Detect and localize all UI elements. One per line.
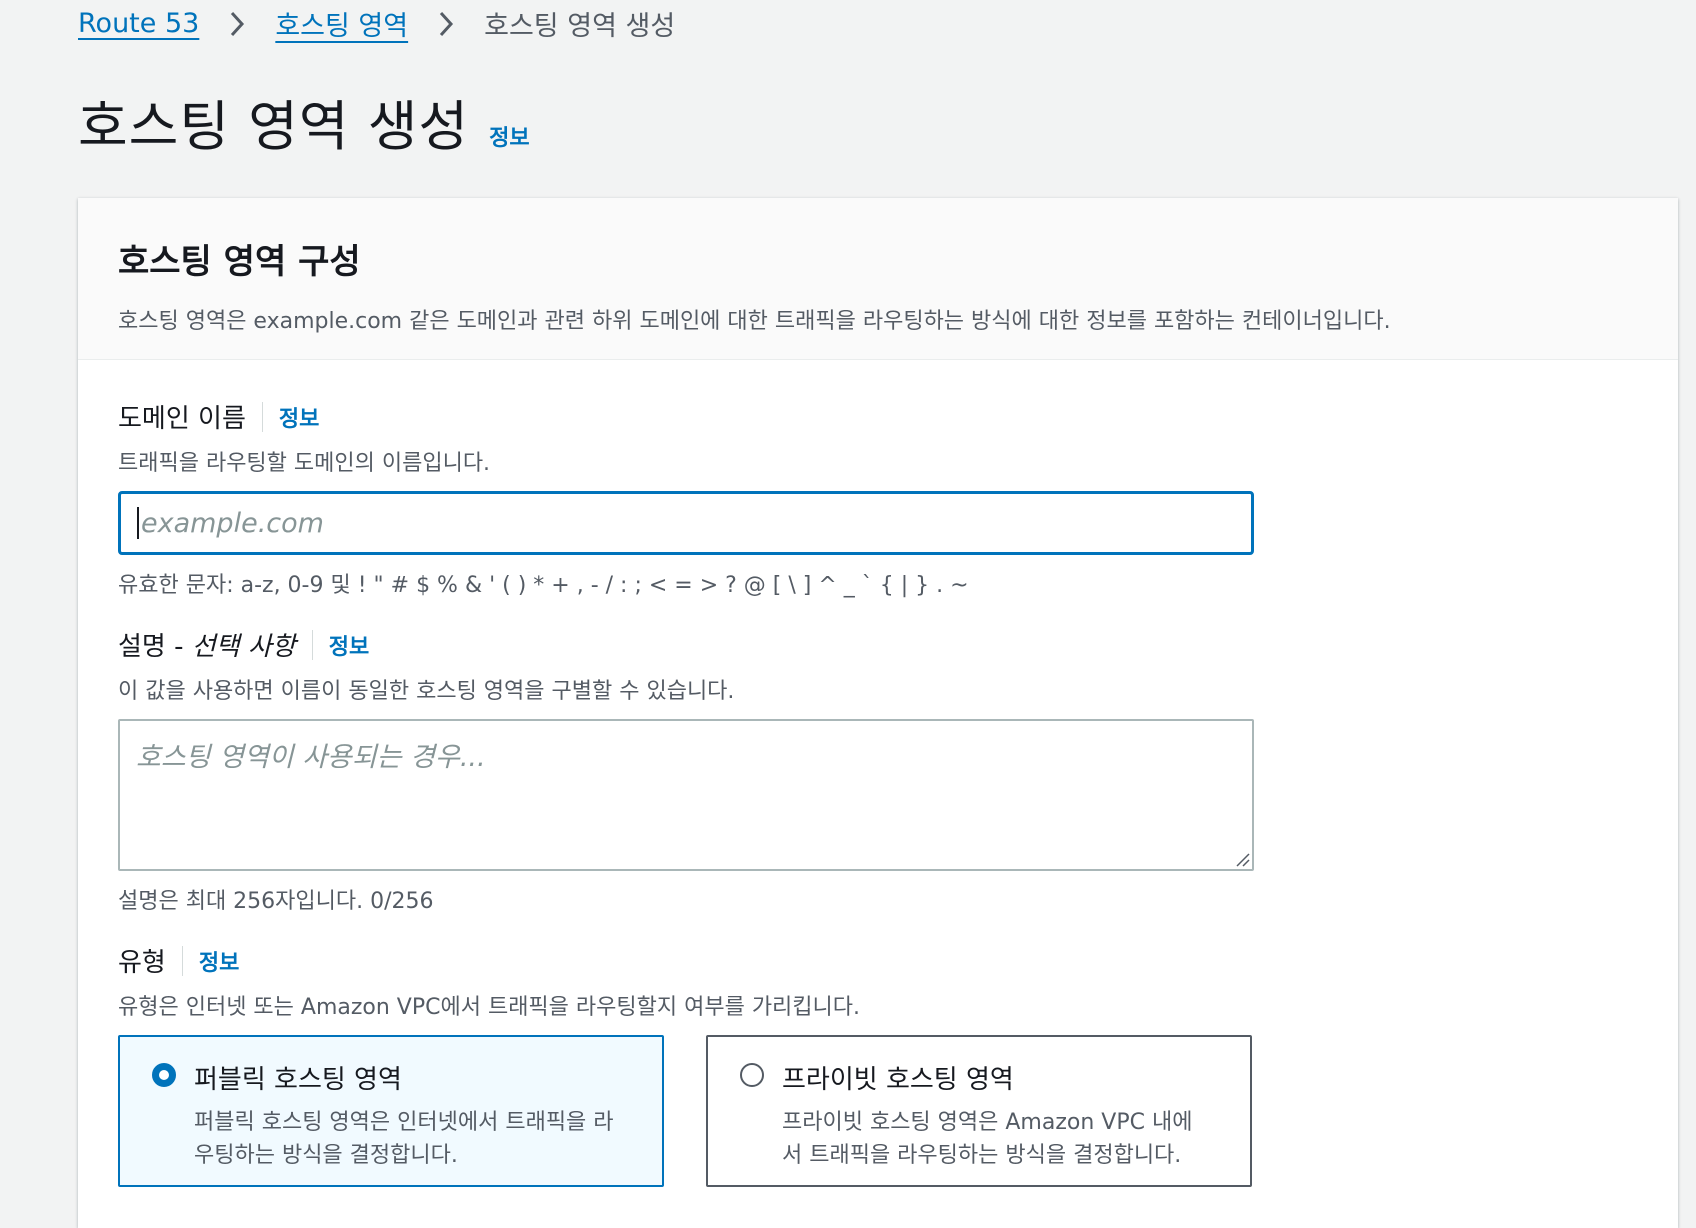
page-title: 호스팅 영역 생성 <box>78 95 470 158</box>
text-caret <box>137 507 139 539</box>
breadcrumb-route53-link[interactable]: Route 53 <box>78 8 199 39</box>
public-desc-line2: 우팅하는 방식을 결정합니다. <box>194 1143 458 1168</box>
description-textarea[interactable]: 호스팅 영역이 사용되는 경우... <box>118 719 1254 871</box>
breadcrumb-current: 호스팅 영역 생성 <box>484 11 676 42</box>
description-label: 설명 - <box>118 632 192 662</box>
public-desc-line1: 퍼블릭 호스팅 영역은 인터넷에서 트래픽을 라 <box>194 1110 614 1135</box>
label-divider <box>311 629 313 660</box>
description-info-link[interactable]: 정보 <box>329 629 369 661</box>
domain-name-placeholder: example.com <box>141 507 324 539</box>
resize-handle-icon[interactable] <box>1234 851 1250 867</box>
chevron-right-icon <box>426 8 466 40</box>
type-info-link[interactable]: 정보 <box>199 945 239 977</box>
type-label: 유형 <box>118 948 166 978</box>
private-hosted-zone-title: 프라이빗 호스팅 영역 <box>782 1065 1014 1095</box>
page-info-link[interactable]: 정보 <box>489 120 529 152</box>
private-hosted-zone-desc: 프라이빗 호스팅 영역은 Amazon VPC 내에 서 트래픽을 라우팅하는 … <box>782 1106 1192 1172</box>
domain-name-constraint: 유효한 문자: a-z, 0-9 및 ! " # $ % & ' ( ) * +… <box>118 573 969 598</box>
domain-name-description: 트래픽을 라우팅할 도메인의 이름입니다. <box>118 451 491 476</box>
description-constraint: 설명은 최대 256자입니다. 0/256 <box>118 889 434 914</box>
private-desc-line2: 서 트래픽을 라우팅하는 방식을 결정합니다. <box>782 1143 1182 1168</box>
type-description: 유형은 인터넷 또는 Amazon VPC에서 트래픽을 라우팅할지 여부를 가… <box>118 995 861 1020</box>
domain-name-info-link[interactable]: 정보 <box>279 401 319 433</box>
domain-name-input[interactable]: example.com <box>118 491 1254 555</box>
panel-description: 호스팅 영역은 example.com 같은 도메인과 관련 하위 도메인에 대… <box>118 309 1391 334</box>
public-hosted-zone-tile[interactable]: 퍼블릭 호스팅 영역 퍼블릭 호스팅 영역은 인터넷에서 트래픽을 라 우팅하는… <box>118 1035 664 1187</box>
description-help: 이 값을 사용하면 이름이 동일한 호스팅 영역을 구별할 수 있습니다. <box>118 679 735 704</box>
radio-unchecked-icon[interactable] <box>740 1063 764 1087</box>
domain-name-field: 도메인 이름 정보 트래픽을 라우팅할 도메인의 이름입니다. example.… <box>118 398 1254 599</box>
domain-name-label: 도메인 이름 <box>118 404 246 434</box>
public-hosted-zone-title: 퍼블릭 호스팅 영역 <box>194 1065 402 1095</box>
description-field: 설명 - 선택 사항 정보 이 값을 사용하면 이름이 동일한 호스팅 영역을 … <box>118 626 1254 915</box>
type-field: 유형 정보 유형은 인터넷 또는 Amazon VPC에서 트래픽을 라우팅할지… <box>118 942 1252 1187</box>
page-header: 호스팅 영역 생성 정보 <box>78 82 530 161</box>
private-hosted-zone-tile[interactable]: 프라이빗 호스팅 영역 프라이빗 호스팅 영역은 Amazon VPC 내에 서… <box>706 1035 1252 1187</box>
chevron-right-icon <box>217 8 257 40</box>
public-hosted-zone-desc: 퍼블릭 호스팅 영역은 인터넷에서 트래픽을 라 우팅하는 방식을 결정합니다. <box>194 1106 614 1172</box>
description-optional-label: 선택 사항 <box>191 632 296 662</box>
panel-title: 호스팅 영역 구성 <box>118 242 361 282</box>
private-desc-line1: 프라이빗 호스팅 영역은 Amazon VPC 내에 <box>782 1110 1193 1135</box>
hosted-zone-config-panel: 호스팅 영역 구성 호스팅 영역은 example.com 같은 도메인과 관련… <box>78 198 1678 1228</box>
description-placeholder: 호스팅 영역이 사용되는 경우... <box>136 742 486 773</box>
label-divider <box>261 401 263 432</box>
breadcrumb: Route 53 호스팅 영역 호스팅 영역 생성 <box>78 4 675 43</box>
label-divider <box>181 945 183 976</box>
panel-header: 호스팅 영역 구성 호스팅 영역은 example.com 같은 도메인과 관련… <box>78 198 1678 360</box>
breadcrumb-hosted-zones-link[interactable]: 호스팅 영역 <box>275 4 408 43</box>
radio-checked-icon[interactable] <box>152 1063 176 1087</box>
type-tiles: 퍼블릭 호스팅 영역 퍼블릭 호스팅 영역은 인터넷에서 트래픽을 라 우팅하는… <box>118 1035 1252 1187</box>
